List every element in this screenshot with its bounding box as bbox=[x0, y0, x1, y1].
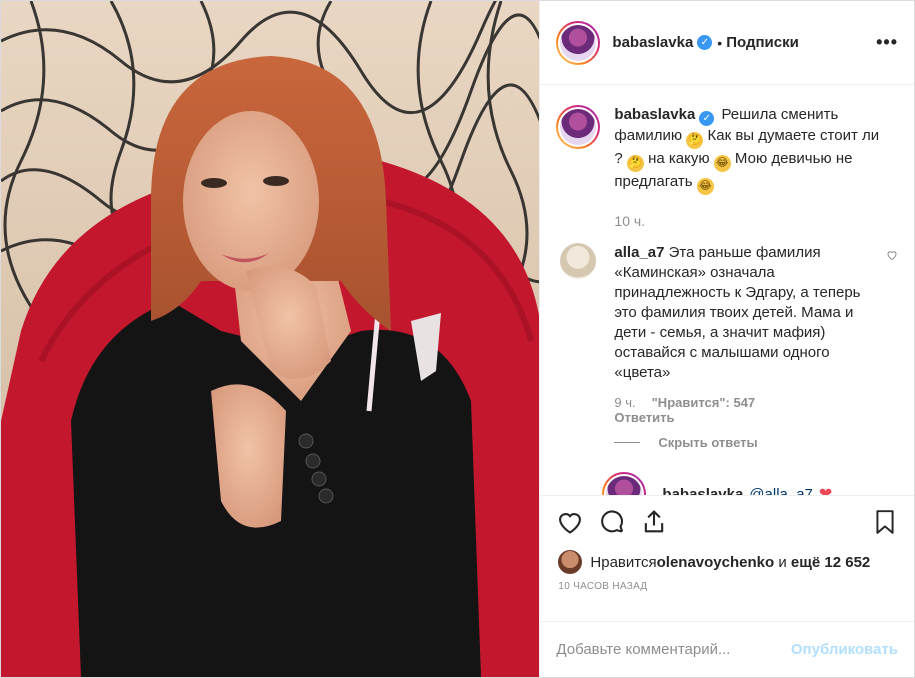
comment-time[interactable]: 9 ч. bbox=[614, 395, 635, 410]
laugh-emoji-icon: 😂 bbox=[713, 155, 731, 172]
liker-avatar[interactable] bbox=[558, 550, 583, 574]
post-card: babaslavka ✓ • Подписки ••• babaslavka ✓ … bbox=[0, 0, 915, 678]
red-heart-emoji-icon: ❤ bbox=[818, 486, 833, 495]
author-username[interactable]: babaslavka bbox=[612, 34, 693, 51]
comment-likes[interactable]: "Нравится": 547 bbox=[652, 395, 756, 410]
author-avatar[interactable] bbox=[556, 20, 601, 65]
comment-username[interactable]: alla_a7 bbox=[614, 244, 664, 261]
post-sidebar: babaslavka ✓ • Подписки ••• babaslavka ✓ … bbox=[539, 1, 914, 677]
reply-mention[interactable]: @alla_a7 bbox=[749, 486, 813, 496]
likes-count[interactable]: ещё 12 652 bbox=[791, 554, 870, 571]
post-header: babaslavka ✓ • Подписки ••• bbox=[540, 1, 914, 85]
comment-icon[interactable] bbox=[598, 508, 626, 536]
reply-item: babaslavka @alla_a7 ❤ bbox=[602, 472, 898, 495]
thinking-emoji-icon: 🤔 bbox=[686, 132, 704, 149]
comment-item: alla_a7 Эта раньше фамилия «Каминская» о… bbox=[556, 243, 898, 383]
likes-middle: и bbox=[774, 553, 791, 571]
caption-avatar[interactable] bbox=[556, 105, 601, 149]
photo-illustration bbox=[1, 1, 540, 677]
caption-part: на какую bbox=[643, 150, 714, 167]
verified-icon: ✓ bbox=[699, 111, 715, 126]
laugh-emoji-icon: 😂 bbox=[696, 178, 714, 195]
bookmark-icon[interactable] bbox=[872, 508, 898, 536]
thinking-emoji-icon: 🤔 bbox=[626, 155, 644, 172]
hide-replies-label: Скрыть ответы bbox=[658, 435, 758, 450]
comment-heart-icon[interactable] bbox=[886, 249, 898, 261]
caption: babaslavka ✓ Решила сменить фамилию 🤔 Как… bbox=[556, 105, 898, 195]
add-comment-bar: Опубликовать bbox=[540, 621, 914, 677]
separator: • bbox=[717, 34, 723, 51]
caption-text: babaslavka ✓ Решила сменить фамилию 🤔 Как… bbox=[614, 105, 884, 195]
divider-line bbox=[614, 442, 641, 443]
comments-section: babaslavka ✓ Решила сменить фамилию 🤔 Как… bbox=[540, 85, 914, 495]
commenter-avatar[interactable] bbox=[560, 243, 597, 279]
comment-input[interactable] bbox=[556, 641, 791, 658]
hide-replies-button[interactable]: Скрыть ответы bbox=[614, 435, 898, 450]
following-button[interactable]: Подписки bbox=[726, 34, 799, 51]
reply-button[interactable]: Ответить bbox=[614, 410, 898, 425]
caption-username[interactable]: babaslavka bbox=[614, 106, 695, 123]
reply-avatar[interactable] bbox=[602, 472, 647, 495]
caption-time[interactable]: 10 ч. bbox=[614, 213, 898, 229]
post-timestamp[interactable]: 10 ЧАСОВ НАЗАД bbox=[540, 581, 914, 621]
comment-meta: 9 ч. "Нравится": 547 bbox=[614, 395, 898, 410]
comment-body: Эта раньше фамилия «Каминская» означала … bbox=[614, 244, 861, 381]
comment-text: alla_a7 Эта раньше фамилия «Каминская» о… bbox=[614, 243, 884, 383]
action-bar bbox=[540, 495, 914, 547]
likes-summary: Нравится olenavoychenko и ещё 12 652 bbox=[540, 547, 914, 577]
liker-username[interactable]: olenavoychenko bbox=[657, 554, 775, 571]
verified-icon: ✓ bbox=[697, 35, 713, 50]
publish-button[interactable]: Опубликовать bbox=[791, 641, 898, 658]
heart-icon[interactable] bbox=[556, 508, 584, 536]
reply-username[interactable]: babaslavka bbox=[662, 486, 743, 496]
likes-prefix: Нравится bbox=[590, 553, 657, 571]
share-icon[interactable] bbox=[640, 508, 668, 536]
more-options-icon[interactable]: ••• bbox=[876, 32, 898, 53]
post-photo[interactable] bbox=[1, 1, 540, 677]
